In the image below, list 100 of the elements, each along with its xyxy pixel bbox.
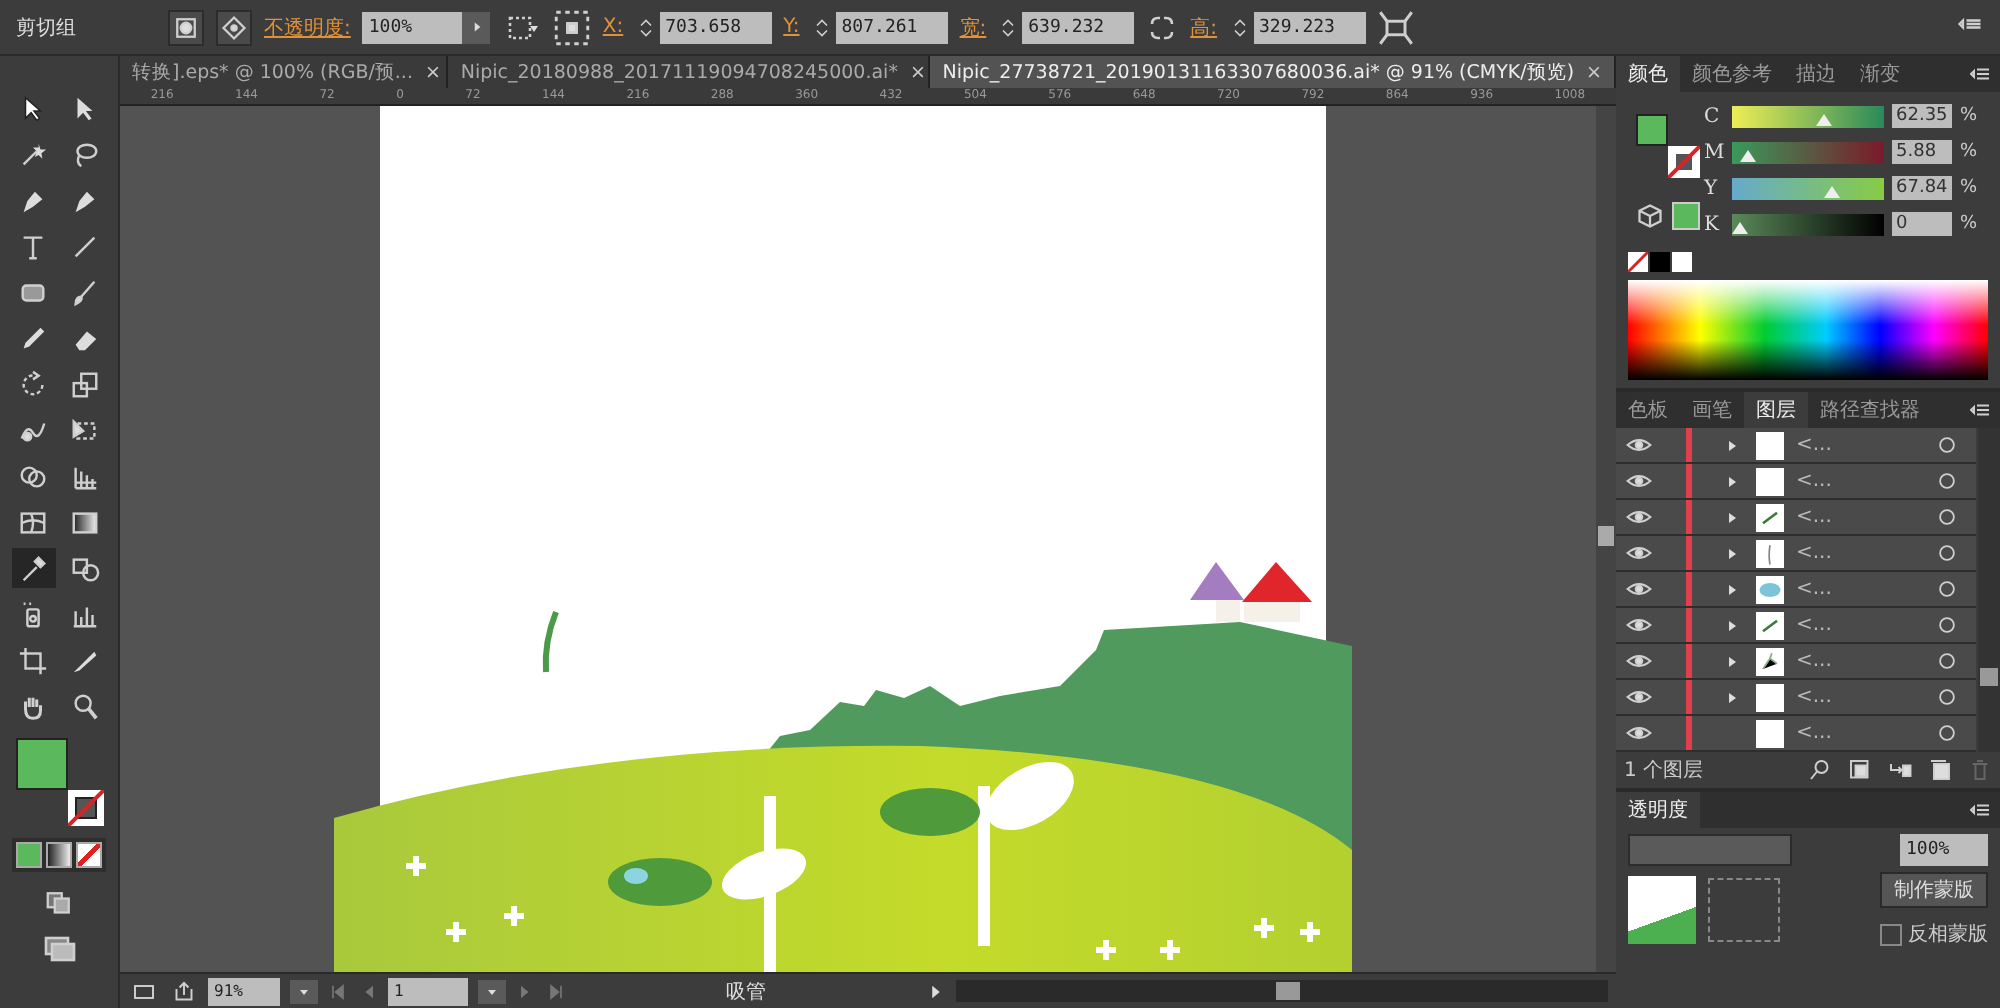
x-field[interactable]: 703.658 <box>659 11 772 43</box>
document-tab[interactable]: Nipic_27738721_20190131163307680036.ai* @ 91% (CMYK/预览) × <box>930 56 1616 88</box>
lasso-icon <box>70 139 100 169</box>
height-field[interactable]: 329.223 <box>1253 11 1366 43</box>
clipping-mask-icon[interactable] <box>1848 758 1872 782</box>
height-label: 高: <box>1190 15 1218 41</box>
layer-thumbnail <box>1756 611 1784 639</box>
web-safe-swatch[interactable] <box>1672 202 1700 230</box>
panel-tab[interactable]: 画笔 <box>1680 392 1744 428</box>
document-tab[interactable]: Nipic_20180988_20171119094708245000.ai* × <box>448 56 931 88</box>
new-layer-icon[interactable] <box>1928 758 1952 782</box>
zoom-dropdown-button[interactable] <box>290 979 318 1003</box>
opacity-label: 不透明度: <box>264 15 351 41</box>
fill-swatch[interactable] <box>1636 114 1668 146</box>
percent-label: % <box>1960 178 1978 198</box>
expand-arrow-icon[interactable] <box>1724 473 1740 489</box>
expand-arrow-icon[interactable] <box>1724 509 1740 525</box>
stroke-swatch[interactable] <box>67 790 103 826</box>
eyedropper-icon <box>18 553 48 583</box>
none-swatch[interactable] <box>1628 252 1648 272</box>
channel-slider[interactable] <box>1732 213 1884 235</box>
search-icon[interactable] <box>1808 758 1832 782</box>
channel-label: K <box>1704 213 1722 235</box>
panel-tab[interactable]: 颜色参考 <box>1680 56 1784 92</box>
eyedropper-tool[interactable] <box>11 548 55 588</box>
target-circle-icon[interactable] <box>1935 542 1957 564</box>
channel-slider[interactable] <box>1732 141 1884 163</box>
last-page-icon[interactable] <box>546 981 566 1001</box>
layer-thumbnail <box>1756 539 1784 567</box>
rotate-icon <box>18 369 48 399</box>
layers-scrollbar[interactable] <box>1978 428 2000 752</box>
channel-slider[interactable] <box>1732 177 1884 199</box>
target-circle-icon[interactable] <box>1935 722 1957 744</box>
channel-value-field[interactable]: 0 <box>1892 212 1952 236</box>
mask-placeholder <box>1708 878 1780 942</box>
color-swatch[interactable] <box>1672 252 1692 272</box>
mesh-icon <box>18 507 48 537</box>
channel-label: M <box>1704 141 1724 163</box>
channel-value-field[interactable]: 5.88 <box>1892 140 1952 164</box>
expand-arrow-icon[interactable] <box>1724 617 1740 633</box>
panel-tab[interactable]: 描边 <box>1784 56 1848 92</box>
page-dropdown-button[interactable] <box>478 979 506 1003</box>
expand-arrow-icon[interactable] <box>1724 545 1740 561</box>
expand-arrow-icon[interactable] <box>1724 689 1740 705</box>
mask-icon <box>172 13 200 41</box>
transform-icon[interactable] <box>1377 9 1414 45</box>
first-page-icon[interactable] <box>328 981 348 1001</box>
channel-value-field[interactable]: 67.84 <box>1892 176 1952 200</box>
horizontal-scrollbar[interactable] <box>956 980 1608 1002</box>
channel-value-field[interactable]: 62.35 <box>1892 104 1952 128</box>
layer-count: 1 个图层 <box>1624 758 1706 784</box>
current-tool-label: 吸管 <box>724 979 768 1005</box>
target-circle-icon[interactable] <box>1935 650 1957 672</box>
target-circle-icon[interactable] <box>1935 506 1957 528</box>
make-mask-button[interactable]: 制作蒙版 <box>1880 872 1988 908</box>
blend-icon <box>70 553 100 583</box>
fill-swatch[interactable] <box>15 738 67 790</box>
artboard-navigator-icon[interactable] <box>128 979 160 1003</box>
selection-label: 剪切组 <box>16 15 78 41</box>
color-swatch[interactable] <box>1650 252 1670 272</box>
target-circle-icon[interactable] <box>1935 470 1957 492</box>
invert-mask-checkbox[interactable] <box>1880 923 1902 945</box>
layer-thumbnail <box>1756 575 1784 603</box>
new-sublayer-icon[interactable] <box>1888 758 1912 782</box>
expand-arrow-icon[interactable] <box>1724 437 1740 453</box>
y-field[interactable]: 807.261 <box>835 11 948 43</box>
reference-point-icon[interactable] <box>554 9 591 45</box>
target-circle-icon[interactable] <box>1935 578 1957 600</box>
gradient-mode-button[interactable] <box>46 842 72 868</box>
clip-mask-button[interactable] <box>168 9 204 45</box>
contents-button[interactable] <box>216 9 252 45</box>
opacity-arrow-button[interactable] <box>462 11 491 43</box>
none-mode-button[interactable] <box>76 842 102 868</box>
target-circle-icon[interactable] <box>1935 434 1957 456</box>
panel-tab[interactable]: 渐变 <box>1848 56 1912 92</box>
expand-arrow-icon[interactable] <box>1724 653 1740 669</box>
expand-arrow-icon[interactable] <box>1724 581 1740 597</box>
color-spectrum[interactable] <box>1628 280 1988 380</box>
target-circle-icon[interactable] <box>1935 614 1957 636</box>
export-icon[interactable] <box>170 979 198 1003</box>
opacity-field[interactable]: 100% <box>1900 834 1988 866</box>
panel-tab[interactable]: 颜色 <box>1616 56 1680 92</box>
link-icon[interactable] <box>1146 11 1179 43</box>
target-circle-icon[interactable] <box>1935 686 1957 708</box>
page-field[interactable]: 1 <box>388 977 468 1005</box>
layer-thumbnail <box>1756 647 1784 675</box>
document-tab[interactable]: 转换].eps* @ 100% (RGB/预... × <box>120 56 449 88</box>
opacity-field[interactable]: 100% <box>362 11 463 43</box>
panel-tab[interactable]: 图层 <box>1744 392 1808 428</box>
color-mode-button[interactable] <box>16 842 42 868</box>
stroke-none-swatch[interactable] <box>1668 146 1700 178</box>
zoom-field[interactable]: 91% <box>208 977 280 1005</box>
percent-label: % <box>1960 214 1978 234</box>
channel-slider[interactable] <box>1732 105 1884 127</box>
type-icon <box>18 231 48 261</box>
panel-tab[interactable]: 色板 <box>1616 392 1680 428</box>
panel-tab[interactable]: 路径查找器 <box>1808 392 1932 428</box>
width-field[interactable]: 639.232 <box>1022 11 1135 43</box>
width-label: 宽: <box>959 15 987 41</box>
vertical-scrollbar[interactable] <box>1596 106 1616 972</box>
